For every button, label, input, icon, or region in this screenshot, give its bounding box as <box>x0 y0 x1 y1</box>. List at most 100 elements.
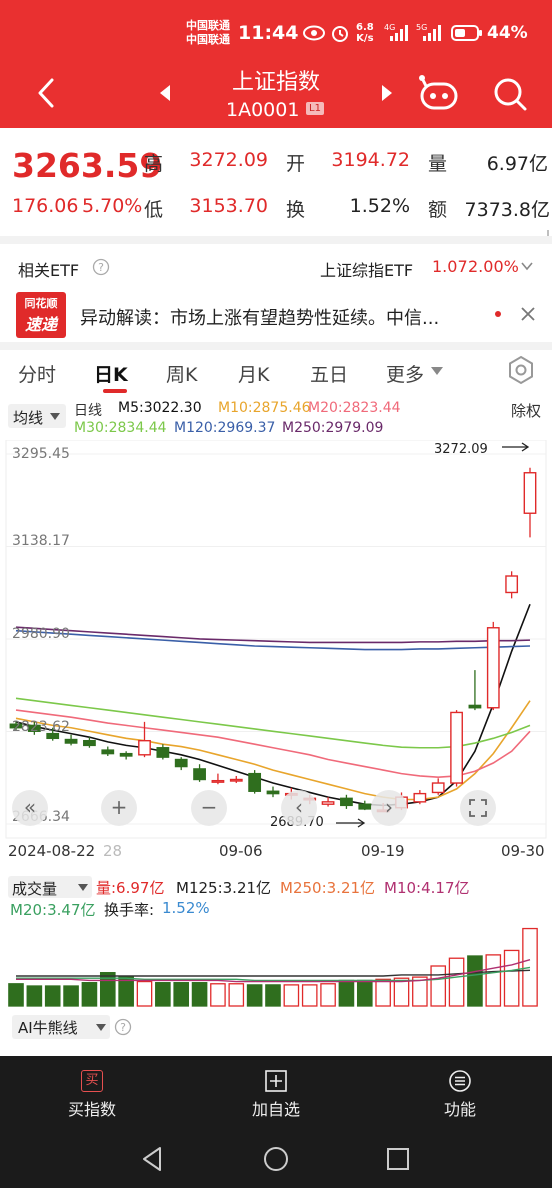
functions-button[interactable]: 功能 <box>400 1070 520 1120</box>
nav-home-icon[interactable] <box>263 1146 289 1172</box>
fullscreen-button[interactable] <box>460 790 496 826</box>
adjust-button[interactable]: 除权 <box>511 400 541 421</box>
etf-name[interactable]: 上证综指ETF <box>320 257 413 281</box>
candle <box>340 794 353 809</box>
volume-bar <box>8 983 24 1007</box>
volume-bar <box>155 982 171 1007</box>
legend-m10: M10:2875.46 <box>218 400 311 416</box>
nav-back-icon[interactable] <box>140 1146 166 1172</box>
tab-daily-k[interactable]: 日K <box>94 360 128 387</box>
add-watchlist-button[interactable]: 加自选 <box>216 1070 336 1120</box>
zoom-in-button[interactable]: + <box>101 790 137 826</box>
net-speed-value: 6.8 <box>356 22 374 33</box>
battery-percent: 44% <box>487 23 528 43</box>
high-annotation: 3272.09 <box>434 442 488 457</box>
nav-recents-icon[interactable] <box>386 1147 410 1171</box>
candle <box>468 670 482 711</box>
candle <box>119 751 133 760</box>
help-icon[interactable]: ? <box>114 1018 132 1036</box>
etf-label: 相关ETF <box>18 261 80 280</box>
candle <box>358 800 372 811</box>
turnover-rate-value: 1.52% <box>162 899 210 917</box>
candle-body <box>321 801 335 805</box>
tab-monthly-k[interactable]: 月K <box>238 360 269 387</box>
candle-body <box>64 738 78 744</box>
tab-intraday[interactable]: 分时 <box>18 360 56 387</box>
high-label: 高 <box>144 153 164 175</box>
high-value: 3272.09 <box>189 149 268 171</box>
volume-bar <box>485 954 502 1007</box>
candle-body <box>193 768 206 781</box>
next-stock-icon[interactable] <box>380 84 394 102</box>
settings-icon[interactable] <box>506 355 536 385</box>
volume-bar <box>522 927 538 1007</box>
svg-text:5G: 5G <box>416 23 427 32</box>
candle-body <box>211 779 225 783</box>
divider <box>0 342 552 350</box>
volume-m20: M20:3.47亿 <box>10 901 96 919</box>
net-speed-unit: K/s <box>356 33 374 44</box>
candle <box>413 790 427 805</box>
status-time: 11:44 <box>238 22 299 44</box>
eye-icon <box>303 25 325 41</box>
tab-more[interactable]: 更多 <box>386 360 424 387</box>
volume-chart[interactable] <box>0 920 552 1010</box>
candle-body <box>248 772 262 792</box>
zoom-out-button[interactable]: − <box>191 790 227 826</box>
news-headline[interactable]: 异动解读：市场上涨有望趋势性延续。中信... <box>80 304 490 330</box>
divider <box>0 236 552 244</box>
volume-current: 量:6.97亿 <box>96 879 165 897</box>
buy-index-button[interactable]: 买 买指数 <box>32 1070 152 1120</box>
volume-indicator-select[interactable]: 成交量 <box>8 876 92 898</box>
carrier-2: 中国联通 <box>186 33 230 46</box>
candle-body <box>174 758 188 768</box>
tab-five-day[interactable]: 五日 <box>310 360 348 387</box>
volume-bar <box>173 982 190 1007</box>
close-icon[interactable] <box>518 304 538 324</box>
volume-bar <box>320 983 336 1007</box>
chevron-down-icon[interactable] <box>520 257 534 275</box>
candle-body <box>340 797 353 807</box>
high-arrow-icon <box>502 442 530 452</box>
candle <box>101 746 115 756</box>
volume-bar <box>338 979 355 1007</box>
volume-bar <box>430 965 447 1007</box>
price-change-pct: 5.70% <box>82 195 143 217</box>
ma-select[interactable]: 均线 <box>8 404 66 428</box>
volume-bar <box>191 982 208 1007</box>
candle <box>211 773 225 785</box>
volume-bar <box>448 957 465 1007</box>
volume-bar <box>228 983 245 1007</box>
scroll-right-button[interactable]: › <box>371 790 407 826</box>
open-label: 开 <box>286 153 306 175</box>
volume-bar <box>356 979 373 1007</box>
price-change: 176.06 <box>12 195 79 217</box>
candle-body <box>413 792 427 803</box>
candle <box>450 710 463 787</box>
help-icon[interactable]: ? <box>92 258 110 276</box>
candlestick-chart[interactable] <box>0 440 552 840</box>
svg-text:?: ? <box>120 1021 126 1034</box>
tab-weekly-k[interactable]: 周K <box>166 360 197 387</box>
y-tick-label: 2980.90 <box>12 626 70 642</box>
candle <box>193 764 206 782</box>
y-tick-label: 3295.45 <box>12 446 70 462</box>
current-price: 3263.59 <box>12 146 163 185</box>
candle-body <box>468 704 482 709</box>
scroll-left-button[interactable]: ‹ <box>281 790 317 826</box>
candle-body <box>486 627 500 709</box>
candle-body <box>138 739 151 756</box>
header-bar: 中国联通 中国联通 11:44 6.8 K/s 4G 5G 44% 上证指数 1… <box>0 0 552 128</box>
volume-m10: M10:4.17亿 <box>384 879 470 897</box>
scroll-left-fast-button[interactable]: « <box>12 790 48 826</box>
search-icon[interactable] <box>492 76 528 112</box>
x-tick-label: 09-30 <box>501 842 545 860</box>
low-value: 3153.70 <box>189 195 268 217</box>
y-tick-label: 2823.62 <box>12 719 70 735</box>
robot-assistant-icon[interactable] <box>418 74 462 112</box>
volume-bar <box>26 985 43 1007</box>
turnover-value: 1.52% <box>349 195 410 217</box>
amount-label: 额 <box>428 199 448 221</box>
candle <box>505 571 519 599</box>
ai-indicator-select[interactable]: AI牛熊线 <box>12 1015 110 1039</box>
